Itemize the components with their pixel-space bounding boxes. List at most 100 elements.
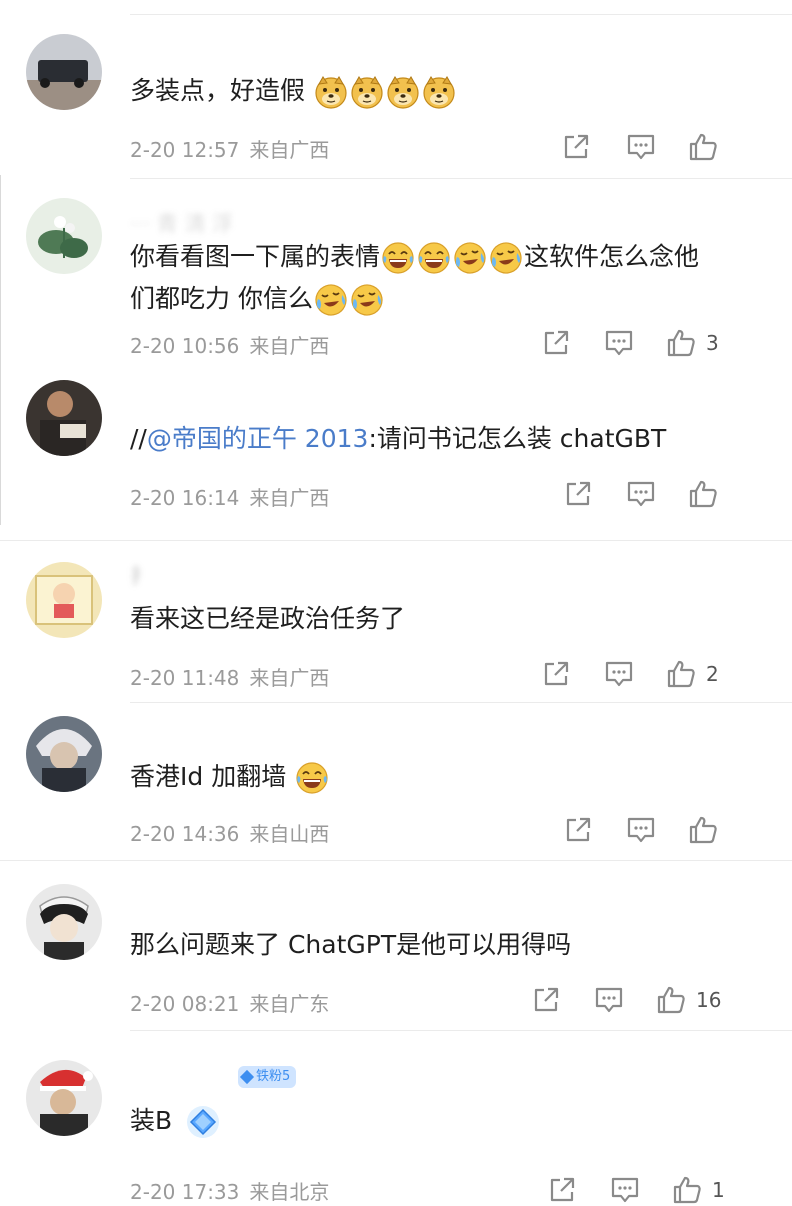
comment-meta: 2-20 16:14 来自广西 — [130, 482, 329, 511]
divider — [130, 1030, 792, 1031]
comment-text: 你看看图一下属的表情 这软件怎么念他 们都吃力 你信么 — [130, 236, 762, 320]
doge-emoji-icon — [314, 75, 348, 109]
crying-laugh-emoji-icon — [314, 283, 348, 317]
timestamp: 2-20 16:14 — [130, 486, 240, 510]
share-button[interactable] — [564, 814, 592, 846]
location: 来自山西 — [249, 822, 330, 846]
doge-emoji-icon — [422, 75, 456, 109]
share-icon — [562, 133, 590, 161]
comment-text: 那么问题来了 ChatGPT是他可以用得吗 — [130, 930, 572, 959]
comment-icon — [626, 480, 656, 508]
reply-button[interactable] — [604, 327, 634, 359]
like-button[interactable] — [688, 814, 728, 846]
share-button[interactable] — [542, 658, 570, 690]
location: 来自广东 — [249, 992, 330, 1016]
like-count: 16 — [696, 988, 722, 1012]
mention-link[interactable]: @帝国的正午 2013 — [147, 424, 369, 453]
like-count: 3 — [706, 331, 719, 355]
avatar[interactable] — [26, 380, 102, 456]
comment-meta: 2-20 10:56 来自广西 — [130, 330, 329, 359]
avatar[interactable] — [26, 198, 102, 274]
reply-button[interactable] — [626, 814, 656, 846]
like-button[interactable] — [688, 131, 728, 163]
doge-emoji-icon — [386, 75, 420, 109]
timestamp: 2-20 08:21 — [130, 992, 240, 1016]
crying-laugh-emoji-icon — [453, 241, 487, 275]
reply-button[interactable] — [626, 478, 656, 510]
divider — [130, 14, 792, 15]
thumbs-up-icon — [666, 659, 696, 689]
comment-icon — [626, 133, 656, 161]
share-button[interactable] — [562, 131, 590, 163]
fan-badge[interactable]: 铁粉5 — [238, 1066, 297, 1088]
location: 来自广西 — [249, 486, 330, 510]
reply-button[interactable] — [626, 131, 656, 163]
laugh-emoji-icon — [381, 241, 415, 275]
reply-button[interactable] — [610, 1174, 640, 1206]
location: 来自广西 — [249, 138, 330, 162]
comment-icon — [594, 986, 624, 1014]
like-button[interactable]: 3 — [666, 327, 719, 359]
share-icon — [532, 986, 560, 1014]
like-count: 2 — [706, 662, 719, 686]
share-button[interactable] — [532, 984, 560, 1016]
timestamp: 2-20 14:36 — [130, 822, 240, 846]
thread-line — [0, 175, 1, 525]
thumbs-up-icon — [688, 479, 718, 509]
avatar[interactable] — [26, 884, 102, 960]
username[interactable]: 扌 — [130, 560, 151, 590]
reply-button[interactable] — [594, 984, 624, 1016]
thumbs-up-icon — [666, 328, 696, 358]
laugh-emoji-icon — [295, 761, 329, 795]
thumbs-up-icon — [672, 1175, 702, 1205]
diamond-sticker-icon — [187, 1106, 220, 1138]
reply-button[interactable] — [604, 658, 634, 690]
comment-text: 香港Id 加翻墙 — [130, 756, 762, 798]
divider — [130, 178, 792, 179]
comment-text: 多装点，好造假 — [130, 70, 762, 112]
doge-emoji-icon — [350, 75, 384, 109]
avatar[interactable] — [26, 34, 102, 110]
comment-icon — [626, 816, 656, 844]
like-button[interactable]: 1 — [672, 1174, 725, 1206]
comment-meta: 2-20 17:33 来自北京 — [130, 1176, 329, 1205]
share-button[interactable] — [548, 1174, 576, 1206]
username[interactable]: ··· 青 淸 浮 — [130, 208, 233, 238]
share-button[interactable] — [564, 478, 592, 510]
divider — [0, 860, 792, 861]
share-icon — [564, 480, 592, 508]
thumbs-up-icon — [656, 985, 686, 1015]
avatar[interactable] — [26, 562, 102, 638]
timestamp: 2-20 10:56 — [130, 334, 240, 358]
thumbs-up-icon — [688, 815, 718, 845]
location: 来自广西 — [249, 334, 330, 358]
comment-meta: 2-20 08:21 来自广东 — [130, 988, 329, 1017]
divider — [130, 702, 792, 703]
like-count: 1 — [712, 1178, 725, 1202]
like-button[interactable]: 16 — [656, 984, 721, 1016]
comment-icon — [604, 660, 634, 688]
diamond-icon — [239, 1069, 255, 1084]
timestamp: 2-20 17:33 — [130, 1180, 240, 1204]
comment-icon — [604, 329, 634, 357]
share-icon — [542, 329, 570, 357]
comment-meta: 2-20 12:57 来自广西 — [130, 134, 329, 163]
like-button[interactable] — [688, 478, 728, 510]
laugh-emoji-icon — [417, 241, 451, 275]
avatar[interactable] — [26, 1060, 102, 1136]
avatar[interactable] — [26, 716, 102, 792]
location: 来自北京 — [249, 1180, 330, 1204]
timestamp: 2-20 12:57 — [130, 138, 240, 162]
comment-text: 看来这已经是政治任务了 — [130, 604, 406, 633]
like-button[interactable]: 2 — [666, 658, 719, 690]
comment-text: 装B — [130, 1100, 762, 1142]
comment-meta: 2-20 14:36 来自山西 — [130, 818, 329, 847]
share-button[interactable] — [542, 327, 570, 359]
comment-text: //@帝国的正午 2013:请问书记怎么装 chatGBT — [130, 424, 667, 453]
share-icon — [542, 660, 570, 688]
comment-meta: 2-20 11:48 来自广西 — [130, 662, 329, 691]
timestamp: 2-20 11:48 — [130, 666, 240, 690]
crying-laugh-emoji-icon — [489, 241, 523, 275]
divider — [0, 540, 792, 541]
thumbs-up-icon — [688, 132, 718, 162]
